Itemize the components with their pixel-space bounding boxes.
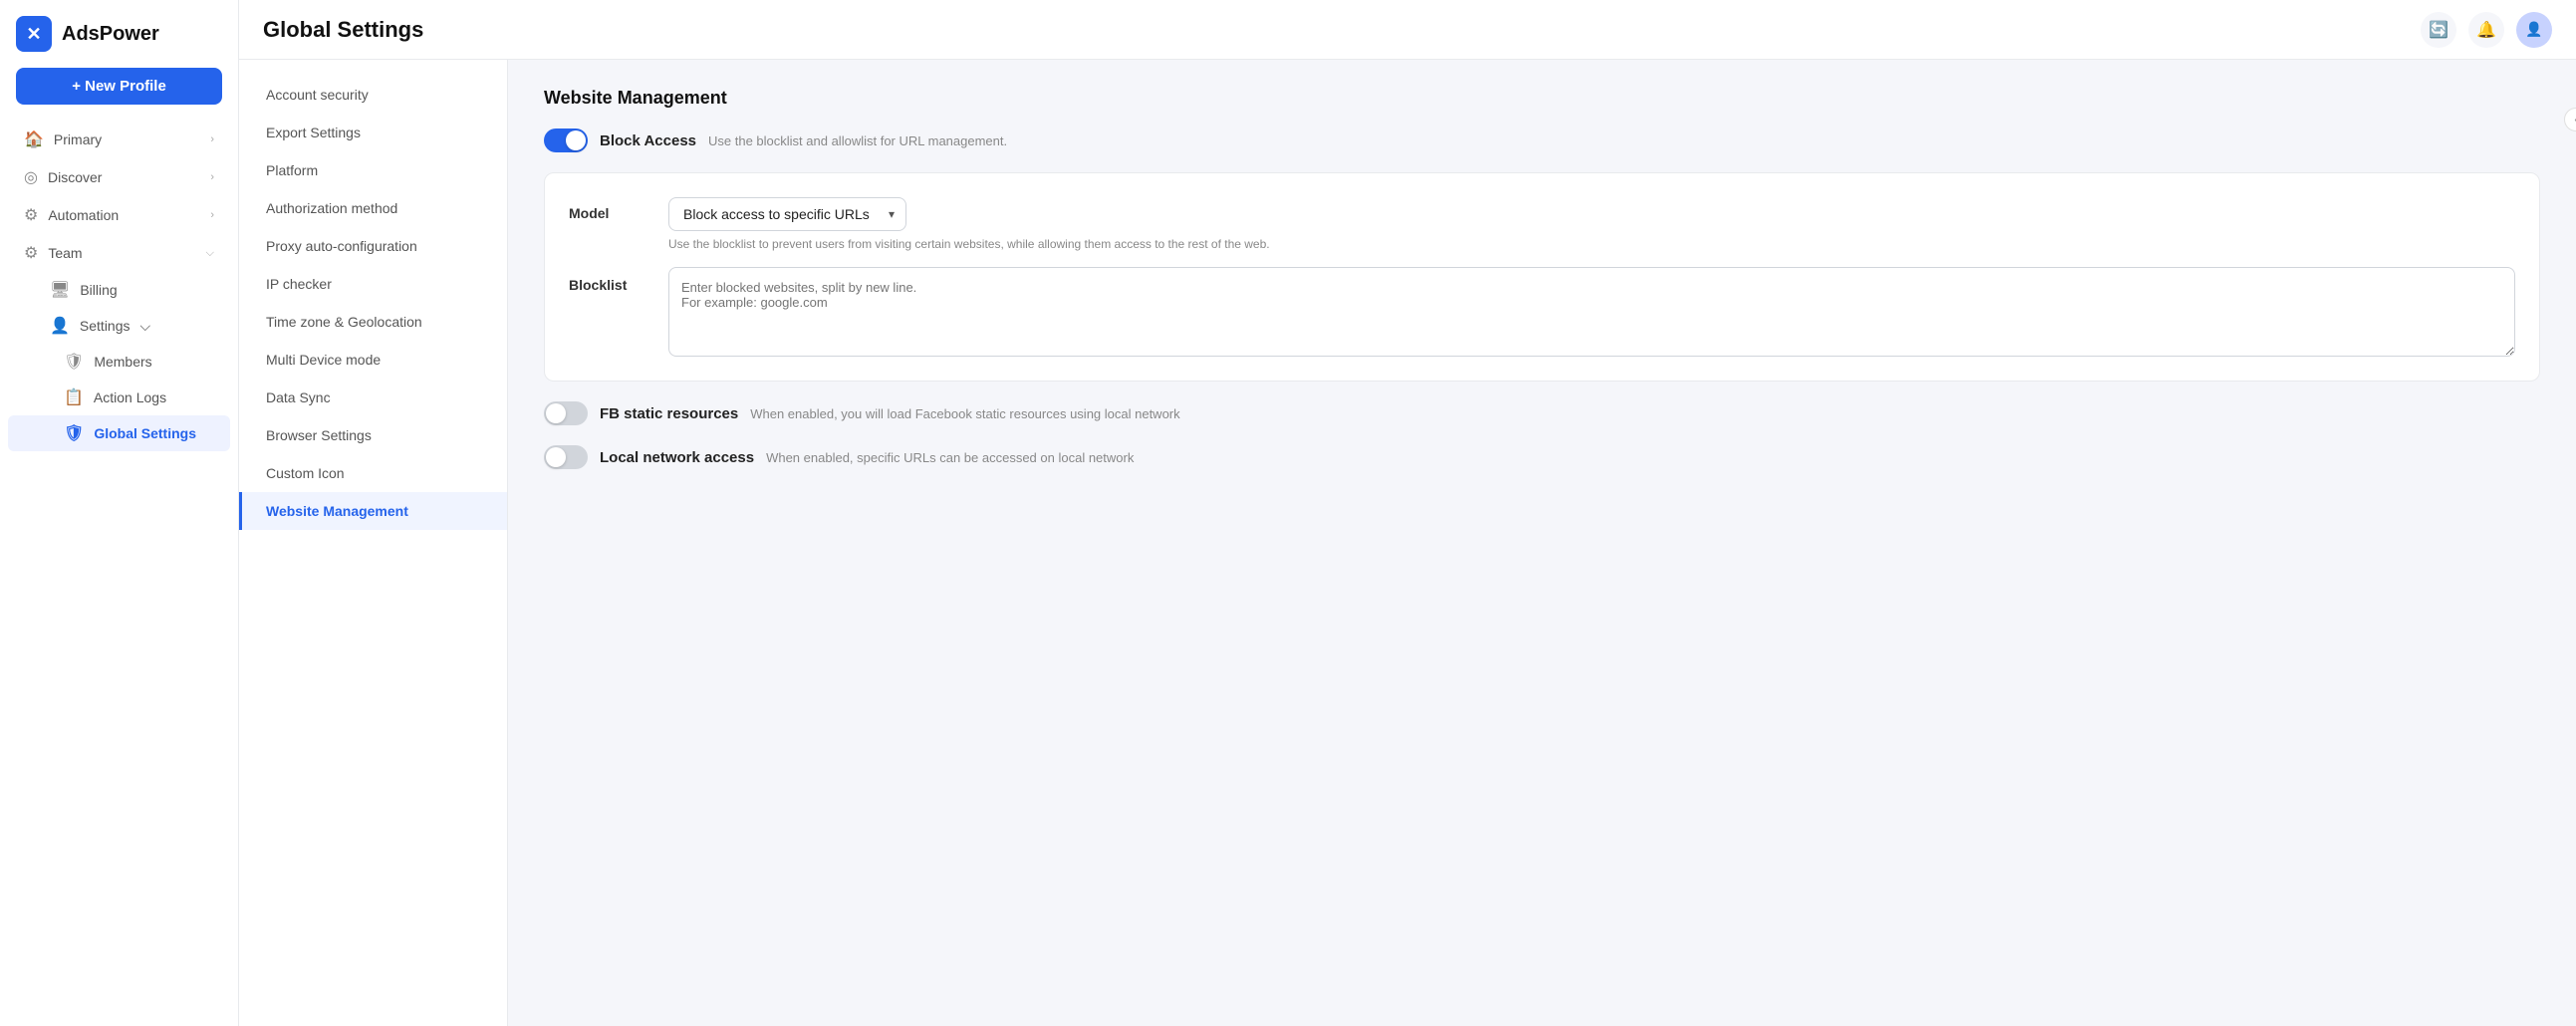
billing-icon: 🖥: [50, 280, 70, 300]
sidebar-subitem-billing[interactable]: 🖥 Billing: [8, 272, 230, 308]
discover-icon: ◎: [24, 167, 38, 187]
team-icon: ⚙: [24, 243, 38, 263]
fb-static-row: FB static resources When enabled, you wi…: [544, 401, 2540, 425]
sidebar-subitem-settings[interactable]: 👤 Settings ⌵: [8, 308, 230, 344]
section-title: Website Management: [544, 88, 2540, 109]
local-network-row: Local network access When enabled, speci…: [544, 445, 2540, 469]
sidebar-subitem-label: Action Logs: [94, 389, 166, 405]
sidebar-item-team[interactable]: ⚙ Team ⌵: [8, 234, 230, 272]
block-access-card: Model Block access to specific URLs Allo…: [544, 172, 2540, 382]
settings-nav-website-management[interactable]: Website Management: [239, 492, 507, 530]
sidebar-subitem-label: Members: [94, 354, 151, 370]
model-field-desc: Use the blocklist to prevent users from …: [668, 237, 1270, 251]
header: Global Settings 🔄 🔔 👤: [239, 0, 2576, 60]
settings-nav-export-settings[interactable]: Export Settings: [239, 114, 507, 151]
blocklist-textarea[interactable]: [668, 267, 2515, 357]
sidebar-item-primary[interactable]: 🏠 Primary ›: [8, 121, 230, 158]
sidebar-subitem-action-logs[interactable]: 📋 Action Logs: [8, 380, 230, 415]
settings-person-icon: 👤: [50, 316, 70, 336]
settings-nav-timezone[interactable]: Time zone & Geolocation: [239, 303, 507, 341]
settings-nav-custom-icon[interactable]: Custom Icon: [239, 454, 507, 492]
page-title: Global Settings: [263, 17, 423, 43]
chevron-down-icon: ⌵: [140, 318, 151, 335]
action-logs-icon: 📋: [64, 387, 84, 407]
block-access-label: Block Access: [600, 132, 696, 149]
settings-nav-proxy-auto[interactable]: Proxy auto-configuration: [239, 227, 507, 265]
local-network-toggle[interactable]: [544, 445, 588, 469]
global-settings-icon: 🛡: [64, 423, 84, 443]
block-access-desc: Use the blocklist and allowlist for URL …: [708, 133, 1007, 148]
sidebar-subitem-members[interactable]: 🛡 Members: [8, 344, 230, 380]
chevron-right-icon: ›: [210, 133, 214, 145]
settings-nav-multi-device[interactable]: Multi Device mode: [239, 341, 507, 379]
automation-icon: ⚙: [24, 205, 38, 225]
sidebar-item-label: Automation: [48, 207, 119, 223]
sidebar-item-label: Discover: [48, 169, 102, 185]
settings-nav-account-security[interactable]: Account security: [239, 76, 507, 114]
sidebar-item-discover[interactable]: ◎ Discover ›: [8, 158, 230, 196]
sync-icon: 🔄: [2429, 20, 2448, 40]
chevron-down-icon: ⌵: [206, 247, 214, 260]
new-profile-button[interactable]: + New Profile: [16, 68, 222, 105]
block-access-row: Block Access Use the blocklist and allow…: [544, 128, 2540, 152]
logo-area: ✕ AdsPower: [0, 16, 238, 68]
app-name: AdsPower: [62, 23, 159, 46]
blocklist-field-row: Blocklist: [569, 267, 2515, 357]
fb-static-label: FB static resources: [600, 405, 738, 422]
settings-nav-authorization[interactable]: Authorization method: [239, 189, 507, 227]
settings-nav-platform[interactable]: Platform: [239, 151, 507, 189]
settings-nav-data-sync[interactable]: Data Sync: [239, 379, 507, 416]
sidebar-subitem-global-settings[interactable]: 🛡 Global Settings: [8, 415, 230, 451]
home-icon: 🏠: [24, 129, 44, 149]
model-select[interactable]: Block access to specific URLs Allow acce…: [668, 197, 906, 231]
avatar-icon: 👤: [2525, 21, 2542, 38]
sidebar-subitem-label: Global Settings: [94, 425, 196, 441]
header-actions: 🔄 🔔 👤: [2421, 12, 2552, 48]
bell-icon: 🔔: [2476, 20, 2496, 40]
sidebar-item-label: Team: [48, 245, 82, 261]
fb-static-toggle[interactable]: [544, 401, 588, 425]
model-field-row: Model Block access to specific URLs Allo…: [569, 197, 2515, 251]
sidebar-item-label: Primary: [54, 131, 102, 147]
model-select-wrapper: Block access to specific URLs Allow acce…: [668, 197, 906, 231]
chevron-right-icon: ›: [210, 171, 214, 183]
local-network-desc: When enabled, specific URLs can be acces…: [766, 450, 1134, 465]
blocklist-label: Blocklist: [569, 267, 648, 293]
notifications-button[interactable]: 🔔: [2468, 12, 2504, 48]
content-area: Account security Export Settings Platfor…: [239, 60, 2576, 1026]
local-network-label: Local network access: [600, 449, 754, 466]
sidebar: ✕ AdsPower + New Profile 🏠 Primary › ◎ D…: [0, 0, 239, 1026]
app-logo-icon: ✕: [16, 16, 52, 52]
model-label: Model: [569, 197, 648, 221]
settings-navigation: Account security Export Settings Platfor…: [239, 60, 508, 1026]
members-icon: 🛡: [64, 352, 84, 372]
settings-nav-ip-checker[interactable]: IP checker: [239, 265, 507, 303]
main-panel: Website Management Block Access Use the …: [508, 60, 2576, 1026]
sidebar-item-automation[interactable]: ⚙ Automation ›: [8, 196, 230, 234]
fb-static-desc: When enabled, you will load Facebook sta…: [750, 406, 1179, 421]
sync-button[interactable]: 🔄: [2421, 12, 2456, 48]
sidebar-subitem-label: Settings: [80, 318, 130, 334]
chevron-right-icon: ›: [210, 209, 214, 221]
avatar-button[interactable]: 👤: [2516, 12, 2552, 48]
main-content: Global Settings 🔄 🔔 👤 Account security E…: [239, 0, 2576, 1026]
block-access-toggle[interactable]: [544, 128, 588, 152]
sidebar-subitem-label: Billing: [80, 282, 117, 298]
settings-nav-browser-settings[interactable]: Browser Settings: [239, 416, 507, 454]
